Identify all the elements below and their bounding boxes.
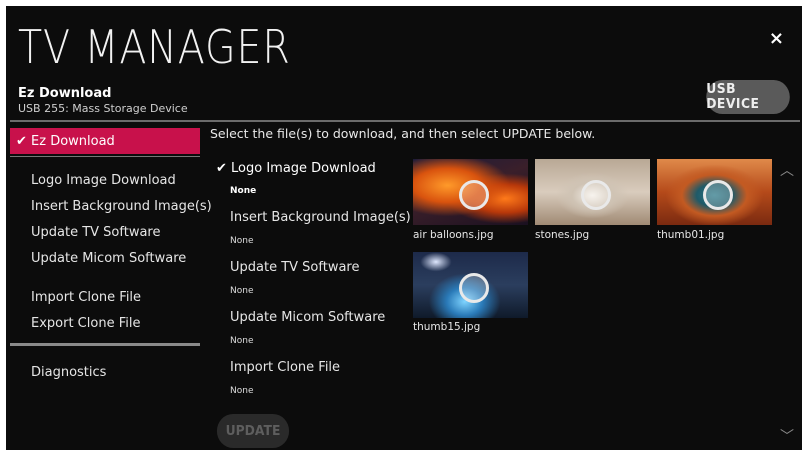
sidebar-item-insert-background[interactable]: Insert Background Image(s) bbox=[31, 199, 212, 214]
option-value: None bbox=[230, 386, 254, 396]
page-title: TV MANAGER bbox=[18, 20, 291, 74]
option-import-clone-file[interactable]: Import Clone File bbox=[230, 360, 340, 375]
option-value: None bbox=[230, 336, 254, 346]
file-name: thumb01.jpg bbox=[657, 229, 725, 241]
instruction-text: Select the file(s) to download, and then… bbox=[210, 126, 596, 141]
preview-lens-icon bbox=[580, 180, 611, 210]
option-value: None bbox=[230, 186, 257, 196]
option-logo-image-download[interactable]: ✔ Logo Image Download bbox=[216, 161, 376, 176]
thumbnail-air-balloons[interactable] bbox=[413, 159, 528, 225]
scroll-up-icon[interactable]: ︿ bbox=[780, 160, 794, 180]
option-update-tv-software[interactable]: Update TV Software bbox=[230, 260, 360, 275]
sidebar-item-logo-image-download[interactable]: Logo Image Download bbox=[31, 173, 176, 188]
file-name: stones.jpg bbox=[535, 229, 590, 241]
scroll-down-icon[interactable]: ﹀ bbox=[780, 426, 794, 446]
sidebar-item-import-clone-file[interactable]: Import Clone File bbox=[31, 290, 141, 305]
preview-lens-icon bbox=[702, 180, 733, 210]
preview-lens-icon bbox=[458, 273, 489, 303]
sidebar-item-export-clone-file[interactable]: Export Clone File bbox=[31, 316, 140, 331]
sidebar-item-diagnostics[interactable]: Diagnostics bbox=[31, 365, 106, 380]
section-title: Ez Download bbox=[18, 86, 112, 101]
file-name: thumb15.jpg bbox=[413, 321, 481, 333]
thumbnail-thumb01[interactable] bbox=[657, 159, 772, 225]
option-value: None bbox=[230, 236, 254, 246]
preview-lens-icon bbox=[458, 180, 489, 210]
option-update-micom-software[interactable]: Update Micom Software bbox=[230, 310, 385, 325]
thumbnail-stones[interactable] bbox=[535, 159, 650, 225]
sidebar-divider bbox=[10, 156, 200, 157]
update-button[interactable]: UPDATE bbox=[216, 414, 290, 448]
header-divider bbox=[10, 120, 800, 122]
usb-device-button[interactable]: USB DEVICE bbox=[706, 80, 790, 114]
close-icon[interactable]: × bbox=[769, 28, 784, 49]
device-label: USB 255: Mass Storage Device bbox=[18, 102, 188, 115]
sidebar-item-ez-download[interactable]: ✔ Ez Download bbox=[10, 128, 200, 154]
tv-manager-screen: TV MANAGER × Ez Download USB 255: Mass S… bbox=[6, 6, 802, 450]
option-insert-background[interactable]: Insert Background Image(s) bbox=[230, 210, 411, 225]
sidebar-item-update-micom-software[interactable]: Update Micom Software bbox=[31, 251, 186, 266]
thumbnail-thumb15[interactable] bbox=[413, 252, 528, 318]
file-name: air balloons.jpg bbox=[413, 229, 494, 241]
sidebar-item-update-tv-software[interactable]: Update TV Software bbox=[31, 225, 161, 240]
sidebar-divider bbox=[10, 343, 200, 346]
option-value: None bbox=[230, 286, 254, 296]
